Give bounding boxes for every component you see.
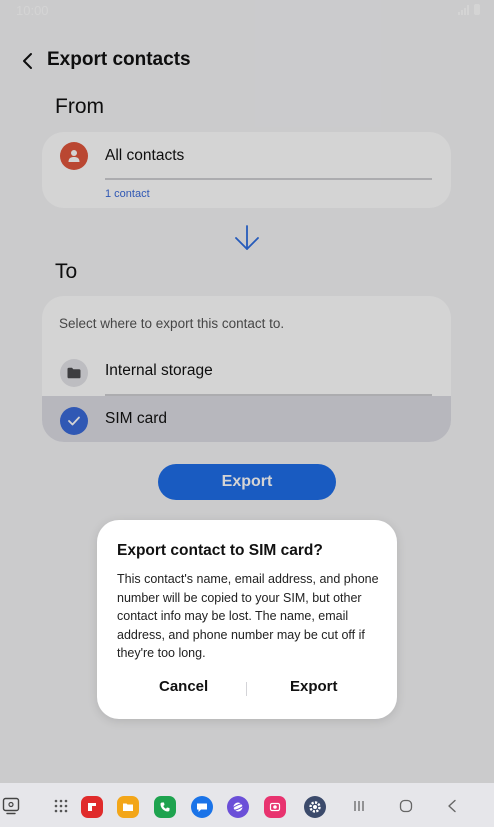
- dialog-title: Export contact to SIM card?: [117, 542, 323, 559]
- recent-apps-icon[interactable]: [0, 795, 22, 817]
- flipboard-icon[interactable]: [81, 796, 103, 818]
- confirm-export-button[interactable]: Export: [290, 678, 338, 695]
- messages-icon[interactable]: [191, 796, 213, 818]
- taskbar: [0, 783, 494, 827]
- my-files-icon[interactable]: [117, 796, 139, 818]
- settings-icon[interactable]: [304, 796, 326, 818]
- confirm-dialog: Export contact to SIM card? This contact…: [97, 520, 397, 719]
- button-separator: [246, 682, 247, 696]
- back-icon[interactable]: [441, 795, 463, 817]
- recents-icon[interactable]: [348, 795, 370, 817]
- cancel-button[interactable]: Cancel: [159, 678, 208, 695]
- app-drawer-icon[interactable]: [50, 795, 72, 817]
- internet-icon[interactable]: [227, 796, 249, 818]
- dialog-message: This contact's name, email address, and …: [117, 572, 379, 661]
- home-icon[interactable]: [395, 795, 417, 817]
- screen-recorder-icon[interactable]: [264, 796, 286, 818]
- phone-icon[interactable]: [154, 796, 176, 818]
